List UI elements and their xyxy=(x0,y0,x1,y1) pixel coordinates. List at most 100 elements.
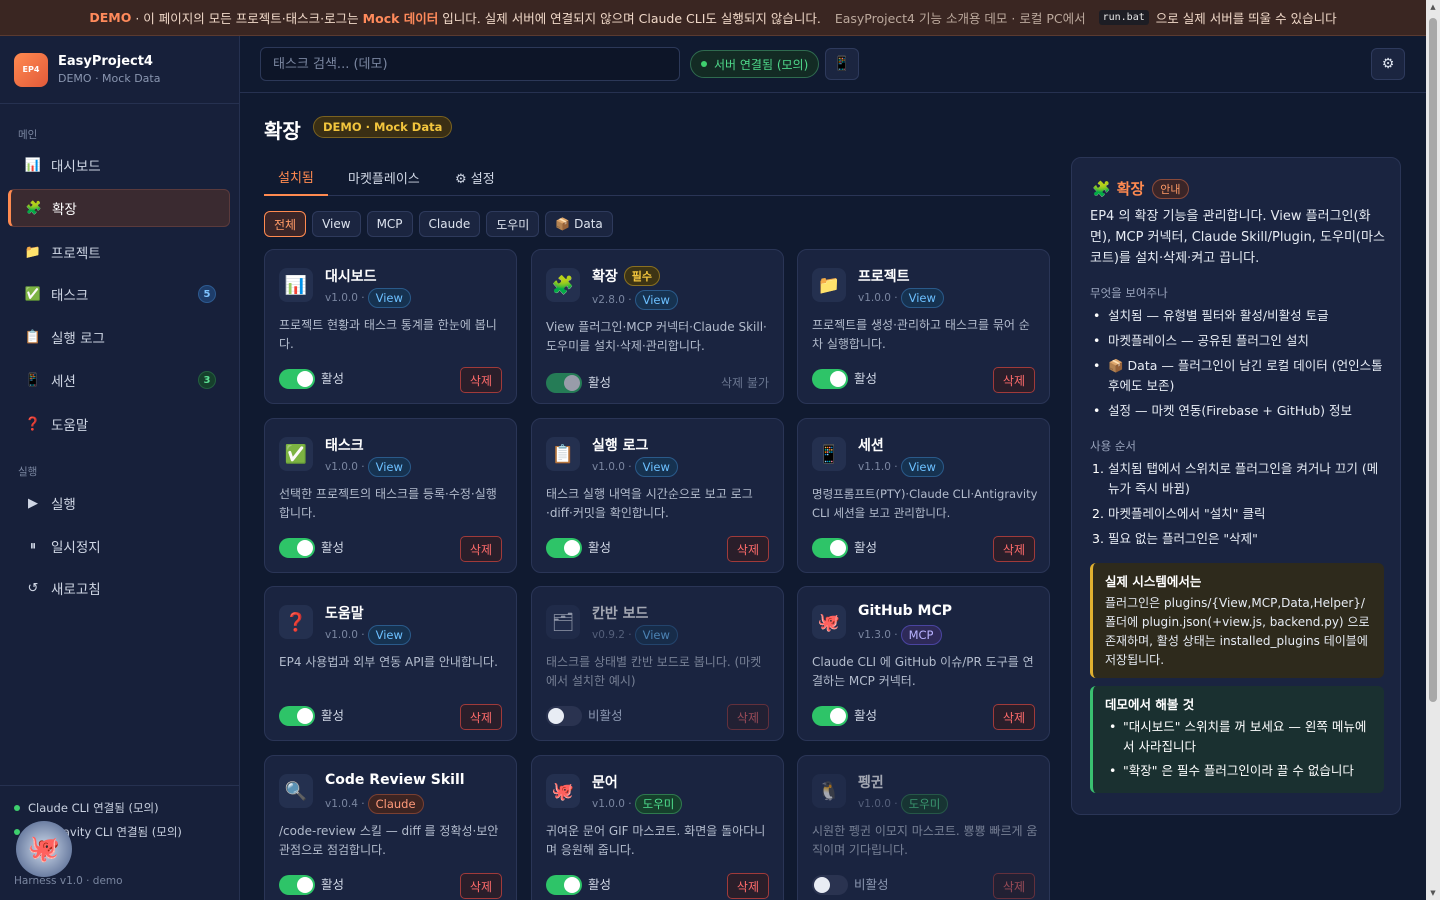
enable-toggle[interactable] xyxy=(279,706,315,726)
plugin-name: 대시보드 xyxy=(325,269,377,285)
toggle-label: 활성 xyxy=(854,708,878,723)
sidebar-item-label: 실행 로그 xyxy=(51,331,105,347)
plugin-name: GitHub MCP xyxy=(858,603,953,619)
tab-settings[interactable]: ⚙ 설정 xyxy=(441,159,509,196)
delete-button[interactable]: 삭제 xyxy=(459,704,502,730)
delete-button[interactable]: 삭제 xyxy=(459,873,502,899)
info-subheading: 사용 순서 xyxy=(1090,439,1136,453)
tab-bar: 설치됨 마켓플레이스 ⚙ 설정 xyxy=(264,159,1050,196)
enable-toggle[interactable] xyxy=(279,538,315,558)
enable-toggle[interactable] xyxy=(812,875,848,895)
sidebar-item-help[interactable]: ❓ 도움말 xyxy=(8,405,230,443)
server-status-text: 서버 연결됨 (모의) xyxy=(714,57,809,72)
plugin-card-penguin: 🐧 펭귄 v1.0.0 · 도우미 시원한 펭귄 이모지 마스코트. 뿅뿅 빠르게… xyxy=(797,755,1050,900)
settings-button[interactable]: ⚙ xyxy=(1371,48,1405,80)
sidebar-item-projects[interactable]: 📁 프로젝트 xyxy=(8,233,230,271)
enable-toggle[interactable] xyxy=(279,875,315,895)
server-status-pill[interactable]: 서버 연결됨 (모의) xyxy=(690,50,820,78)
type-tag: 도우미 xyxy=(900,794,949,814)
page-scrollbar[interactable]: ▲ ▼ xyxy=(1426,0,1440,900)
tab-installed[interactable]: 설치됨 xyxy=(264,159,328,196)
delete-button[interactable]: 삭제 xyxy=(726,873,769,899)
sidebar-item-logs[interactable]: 📋 실행 로그 xyxy=(8,318,230,356)
plugin-name: 칸반 보드 xyxy=(592,606,649,622)
mobile-icon-button[interactable]: 📱 xyxy=(825,48,859,80)
enable-toggle[interactable] xyxy=(546,538,582,558)
scroll-down-icon[interactable]: ▼ xyxy=(1426,886,1440,900)
plugin-card-extensions: 🧩 확장 필수 v2.8.0 · View View 플러그인·MCP 커넥터·Cl… xyxy=(531,249,784,404)
sidebar-item-refresh[interactable]: ↺ 새로고침 xyxy=(8,569,230,607)
puzzle-icon: 🧩 xyxy=(25,200,43,216)
enable-toggle[interactable] xyxy=(812,706,848,726)
filter-view[interactable]: View xyxy=(312,211,361,237)
real-system-callout: 실제 시스템에서는 플러그인은 plugins/{View,MCP,Data,H… xyxy=(1090,563,1384,678)
plugin-meta: v1.3.0 · MCP xyxy=(858,625,942,645)
plugin-description: 명령프롬프트(PTY)·Claude CLI·Antigravity CLI 세… xyxy=(812,487,1038,520)
filter-mcp[interactable]: MCP xyxy=(366,211,413,237)
banner-code: run.bat xyxy=(1098,10,1149,25)
type-tag: View xyxy=(900,457,944,477)
plugin-name: 문어 xyxy=(592,775,618,791)
scrollbar-thumb[interactable] xyxy=(1429,18,1437,702)
phone-icon: 📱 xyxy=(833,56,851,72)
plugin-meta: v1.1.0 · View xyxy=(858,457,944,477)
toggle-label: 활성 xyxy=(588,877,612,892)
filter-bar: 전체 View MCP Claude 도우미 📦 Data xyxy=(264,211,613,237)
pause-icon: ⏸ xyxy=(29,538,37,554)
search-input[interactable] xyxy=(260,47,680,81)
delete-button[interactable]: 삭제 xyxy=(992,873,1035,899)
filter-helper[interactable]: 도우미 xyxy=(486,211,540,237)
delete-button[interactable]: 삭제 xyxy=(992,367,1035,393)
delete-button[interactable]: 삭제 xyxy=(726,536,769,562)
phone-icon: 📱 xyxy=(24,372,42,388)
type-tag: View xyxy=(634,290,678,310)
enable-toggle[interactable] xyxy=(279,369,315,389)
octopus-mascot-icon[interactable]: 🐙 xyxy=(16,821,72,877)
plugin-description: 프로젝트 현황과 태스크 통계를 한눈에 봅니다. xyxy=(279,318,497,351)
sidebar-item-label: 일시정지 xyxy=(51,540,101,556)
list-item: 필요 없는 플러그인은 "삭제" xyxy=(1090,529,1386,549)
sidebar-item-tasks[interactable]: ✅ 태스크 5 xyxy=(8,275,230,313)
sidebar-item-pause[interactable]: ⏸ 일시정지 xyxy=(8,527,230,565)
enable-toggle[interactable] xyxy=(812,369,848,389)
plugin-name: 태스크 xyxy=(325,438,364,454)
sidebar-item-label: 확장 xyxy=(52,202,77,218)
plugin-card-github-mcp: 🐙 GitHub MCP v1.3.0 · MCP Claude CLI 에 Gi… xyxy=(797,586,1050,741)
penguin-icon: 🐧 xyxy=(812,774,846,808)
enable-toggle[interactable] xyxy=(546,706,582,726)
list-item: "대시보드" 스위치를 꺼 보세요 — 왼쪽 메뉴에서 사라집니다 xyxy=(1105,717,1374,757)
required-badge: 필수 xyxy=(623,266,661,286)
filter-data[interactable]: 📦 Data xyxy=(545,211,613,237)
scroll-up-icon[interactable]: ▲ xyxy=(1426,0,1440,14)
enable-toggle[interactable] xyxy=(812,538,848,558)
list-item: 마켓플레이스 — 공유된 플러그인 설치 xyxy=(1090,331,1386,351)
banner-mock-highlight: Mock 데이터 xyxy=(362,11,439,26)
tab-marketplace[interactable]: 마켓플레이스 xyxy=(334,159,434,196)
filter-all[interactable]: 전체 xyxy=(264,211,307,237)
delete-button[interactable]: 삭제 xyxy=(459,367,502,393)
demo-badge: DEMO · Mock Data xyxy=(313,116,453,138)
sidebar-item-dashboard[interactable]: 📊 대시보드 xyxy=(8,146,230,184)
list-item: 설치됨 탭에서 스위치로 플러그인을 켜거나 끄기 (메뉴가 즉시 바뀜) xyxy=(1090,459,1386,499)
delete-button[interactable]: 삭제 xyxy=(459,536,502,562)
app-name: EasyProject4 xyxy=(58,54,153,69)
plugin-name: Code Review Skill xyxy=(325,772,465,788)
status-dot xyxy=(14,805,20,811)
delete-button[interactable]: 삭제 xyxy=(992,704,1035,730)
plugin-description: 프로젝트를 생성·관리하고 태스크를 묶어 순차 실행합니다. xyxy=(812,318,1030,351)
enable-toggle[interactable] xyxy=(546,875,582,895)
checkbox-icon: ✅ xyxy=(24,286,42,302)
delete-button[interactable]: 삭제 xyxy=(726,704,769,730)
plugin-description: 태스크 실행 내역을 시간순으로 보고 로그·diff·커밋을 확인합니다. xyxy=(546,487,753,520)
info-shows-list: 설치됨 — 유형별 필터와 활성/비활성 토글 마켓플레이스 — 공유된 플러그… xyxy=(1090,306,1386,426)
delete-button[interactable]: 삭제 xyxy=(992,536,1035,562)
claude-cli-status: Claude CLI 연결됨 (모의) xyxy=(14,800,159,816)
sidebar-item-run[interactable]: ▶ 실행 xyxy=(8,484,230,522)
list-item: 마켓플레이스에서 "설치" 클릭 xyxy=(1090,504,1386,524)
sidebar-item-sessions[interactable]: 📱 세션 3 xyxy=(8,361,230,399)
sidebar-item-extensions[interactable]: 🧩 확장 xyxy=(8,189,230,227)
filter-claude[interactable]: Claude xyxy=(418,211,481,237)
plugin-meta: v1.0.0 · View xyxy=(592,457,678,477)
callout-body: 플러그인은 plugins/{View,MCP,Data,Helper}/ 폴더… xyxy=(1105,596,1370,667)
guide-badge: 안내 xyxy=(1152,178,1189,199)
